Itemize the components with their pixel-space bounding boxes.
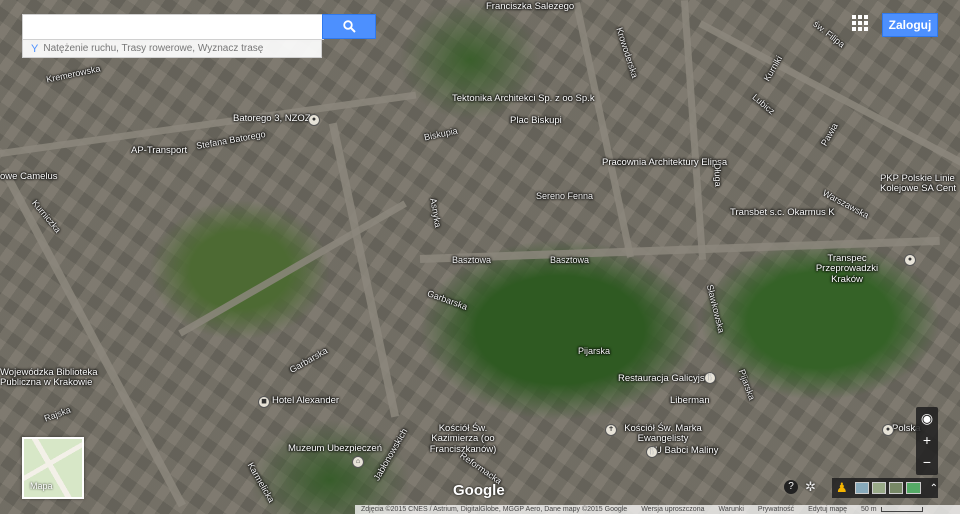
street-label: Kremerowska <box>45 63 102 85</box>
street-label: Lubicz <box>750 92 777 117</box>
minimap-label: Mapa <box>30 481 53 491</box>
poi-label: Transbet s.c. Okarmus K <box>730 207 835 218</box>
map-type-toggle[interactable]: Mapa <box>22 437 84 499</box>
satellite-map[interactable]: Franciszka Salezego Krowoderska Kremerow… <box>0 0 960 514</box>
poi-label: AP-Transport <box>131 145 188 156</box>
hotel-marker-icon[interactable]: ◼ <box>258 396 270 408</box>
street-label: Basztowa <box>550 255 590 265</box>
map-label: Plac Biskupi <box>510 115 562 126</box>
restaurant-marker-icon[interactable]: 🍴 <box>704 372 716 384</box>
apps-grid-icon[interactable] <box>852 15 868 31</box>
business-marker-icon[interactable]: ● <box>904 254 916 266</box>
poi-label: Pracownia Architektury Elipsa <box>602 157 728 168</box>
poi-label: owe Camelus <box>0 171 58 182</box>
map-footer: Zdjęcia ©2015 CNES / Astrium, DigitalGlo… <box>355 505 960 514</box>
attribution-text: Zdjęcia ©2015 CNES / Astrium, DigitalGlo… <box>361 506 628 513</box>
street-label: Krowoderska <box>614 26 641 80</box>
imagery-thumb[interactable] <box>871 482 887 494</box>
imagery-thumb[interactable] <box>854 482 869 494</box>
poi-label: PKP Polskie Linie Kolejowe SA Cent <box>880 174 957 195</box>
search-icon <box>342 20 356 33</box>
street-label: Pijarska <box>736 367 758 402</box>
poi-label: Liberman <box>670 395 710 406</box>
pegman-icon[interactable]: ♟ <box>836 480 848 496</box>
zoom-in-button[interactable]: + <box>916 429 938 451</box>
street-label: Jabłonowskich <box>371 426 410 483</box>
church-marker-icon[interactable]: ✝ <box>605 424 617 436</box>
street-label: Pawia <box>818 121 840 148</box>
street-label: Basztowa <box>452 255 492 265</box>
feedback-link[interactable]: Edytuj mapę <box>808 506 847 513</box>
road-dluga <box>680 0 707 260</box>
poi-label: Transpec Przeprowadzki Kraków <box>815 253 879 285</box>
compass-icon[interactable]: ◉ <box>916 407 938 429</box>
street-label: Garbarska <box>425 288 469 312</box>
zoom-controls: ◉ + − <box>916 407 938 475</box>
poi-label: Wojewódzka Biblioteka Publiczna w Krakow… <box>0 367 98 389</box>
street-label: Sławkowska <box>704 283 727 334</box>
poi-marker-icon[interactable]: ● <box>882 424 894 436</box>
search-button[interactable] <box>322 14 376 39</box>
report-link[interactable]: Wersja uproszczona <box>641 506 704 513</box>
imagery-thumb[interactable] <box>889 482 904 494</box>
privacy-link[interactable]: Prywatność <box>758 506 794 513</box>
street-label: Długa <box>712 162 724 187</box>
street-label: Sereno Fenna <box>536 191 594 201</box>
zoom-out-button[interactable]: − <box>916 451 938 473</box>
poi-label: Tektonika Architekci Sp. z oo Sp.k <box>452 93 595 104</box>
museum-marker-icon[interactable]: ⌂ <box>352 456 364 468</box>
search-suggestions-hint[interactable]: Y Natężenie ruchu, Trasy rowerowe, Wyzna… <box>22 39 322 58</box>
street-label: Biskupia <box>423 125 459 143</box>
gear-icon[interactable]: ✲ <box>805 479 816 495</box>
restaurant-marker-icon[interactable]: 🍴 <box>646 446 658 458</box>
imagery-thumb[interactable] <box>906 482 921 494</box>
street-label: Karmelicka <box>245 460 277 505</box>
poi-label: Hotel Alexander <box>272 395 340 406</box>
poi-label: Restauracja Galicyjska <box>618 373 715 384</box>
street-label: Stefana Batorego <box>195 129 267 152</box>
help-button[interactable]: ? <box>784 480 798 494</box>
poi-marker-icon[interactable]: ● <box>308 114 320 126</box>
imagery-controls: ♟ ⌃ <box>832 478 938 498</box>
map-label: Franciszka Salezego <box>486 1 575 12</box>
login-button[interactable]: Zaloguj <box>882 13 938 37</box>
street-label: św. Filipa <box>811 18 847 50</box>
search-input[interactable] <box>23 15 323 37</box>
poi-label: Muzeum Ubezpieczeń <box>288 443 382 454</box>
expand-icon[interactable]: ⌃ <box>930 483 938 494</box>
search-box <box>22 14 324 40</box>
scale-bar: 50 m <box>861 506 923 513</box>
poi-label: Kościół Św. Marka Ewangelisty <box>624 423 702 445</box>
google-logo: Google <box>453 482 505 499</box>
hint-text: Natężenie ruchu, Trasy rowerowe, Wyznacz… <box>43 43 264 54</box>
poi-label: Batorego 3, NZOZ <box>233 113 311 124</box>
terms-link[interactable]: Warunki <box>719 506 744 513</box>
route-icon: Y <box>31 42 39 55</box>
street-label: Asnyka <box>428 197 444 229</box>
poi-label: U Babci Maliny <box>655 445 719 456</box>
road-asnyka <box>328 122 400 418</box>
street-label: Pijarska <box>578 346 611 356</box>
street-label: Garbarska <box>287 345 330 375</box>
street-label: Rajska <box>42 404 73 424</box>
